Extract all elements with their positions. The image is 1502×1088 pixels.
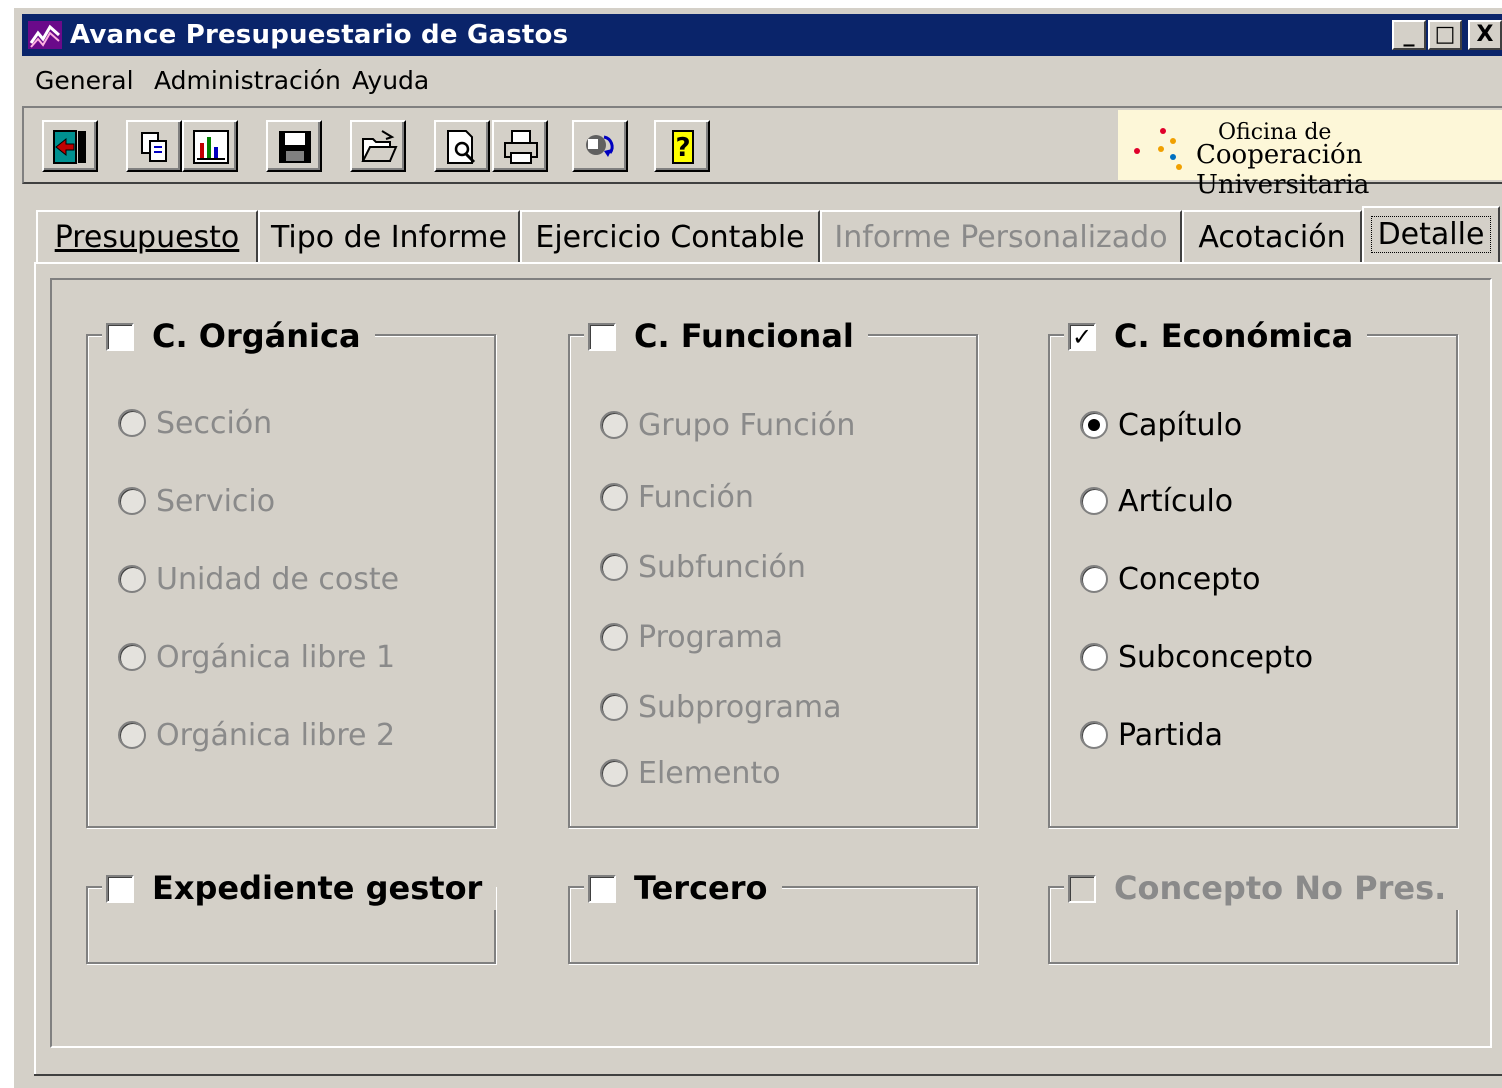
- refresh-button[interactable]: [572, 120, 628, 172]
- radio-capitulo[interactable]: Capítulo: [1080, 408, 1242, 443]
- radio-subfuncion-circle: [600, 553, 628, 581]
- radio-seccion-circle: [118, 409, 146, 437]
- organica-checkbox[interactable]: [106, 323, 134, 351]
- radio-organica-libre-1-circle: [118, 643, 146, 671]
- radio-programa[interactable]: Programa: [600, 620, 783, 655]
- funcional-checkbox[interactable]: [588, 323, 616, 351]
- menu-general[interactable]: General: [35, 66, 134, 95]
- window-title: Avance Presupuestario de Gastos: [70, 20, 569, 50]
- save-button[interactable]: [266, 120, 322, 172]
- group-concepto-no-pres: Concepto No Pres.: [1048, 866, 1461, 964]
- open-folder-icon: [361, 130, 398, 162]
- print-button[interactable]: [492, 120, 548, 172]
- radio-partida[interactable]: Partida: [1080, 718, 1223, 753]
- maximize-button[interactable]: □: [1428, 20, 1462, 50]
- app-chart-icon: [28, 21, 62, 49]
- organica-header: C. Orgánica: [102, 314, 375, 358]
- help-button[interactable]: ?: [654, 120, 710, 172]
- radio-concepto[interactable]: Concepto: [1080, 562, 1260, 597]
- radio-elemento[interactable]: Elemento: [600, 756, 781, 791]
- economica-header: ✓ C. Económica: [1064, 314, 1368, 358]
- bottom-border: [34, 1074, 1502, 1076]
- radio-subconcepto[interactable]: Subconcepto: [1080, 640, 1313, 675]
- open-button[interactable]: [350, 120, 406, 172]
- radio-subprograma-circle: [600, 693, 628, 721]
- title-bar[interactable]: Avance Presupuestario de Gastos _ □ X: [22, 14, 1502, 56]
- menu-administracion[interactable]: Administración: [154, 66, 341, 95]
- radio-organica-libre-1[interactable]: Orgánica libre 1: [118, 640, 395, 675]
- group-economica: ✓ C. Económica Capítulo Artículo Concepto…: [1048, 314, 1458, 828]
- radio-unidad-coste-circle: [118, 565, 146, 593]
- economica-title: C. Económica: [1114, 317, 1354, 355]
- radio-programa-circle: [600, 623, 628, 651]
- print-preview-icon: [447, 130, 476, 164]
- tab-tipo-informe[interactable]: Tipo de Informe: [258, 210, 520, 262]
- radio-servicio[interactable]: Servicio: [118, 484, 275, 519]
- expediente-gestor-checkbox[interactable]: [106, 875, 134, 903]
- radio-funcion-circle: [600, 483, 628, 511]
- concepto-no-pres-title: Concepto No Pres.: [1114, 869, 1447, 907]
- radio-articulo-circle: [1080, 487, 1108, 515]
- economica-checkbox[interactable]: ✓: [1068, 323, 1096, 351]
- radio-capitulo-circle: [1080, 411, 1108, 439]
- logo-line-2: Cooperación Universitaria: [1196, 140, 1370, 200]
- radio-organica-libre-2-circle: [118, 721, 146, 749]
- close-button[interactable]: X: [1468, 20, 1502, 50]
- radio-partida-circle: [1080, 721, 1108, 749]
- funcional-header: C. Funcional: [584, 314, 868, 358]
- radio-subprograma[interactable]: Subprograma: [600, 690, 842, 725]
- group-expediente-gestor: Expediente gestor: [86, 866, 497, 964]
- radio-subfuncion[interactable]: Subfunción: [600, 550, 806, 585]
- radio-unidad-coste[interactable]: Unidad de coste: [118, 562, 399, 597]
- organica-title: C. Orgánica: [152, 317, 361, 355]
- copy-icon: [141, 132, 167, 162]
- tercero-title: Tercero: [634, 869, 768, 907]
- print-preview-button[interactable]: [434, 120, 490, 172]
- minimize-button[interactable]: _: [1392, 20, 1426, 50]
- checkmark-icon: ✓: [1072, 323, 1093, 351]
- group-funcional: C. Funcional Grupo Función Función Subfu…: [568, 314, 978, 828]
- tab-informe-personalizado[interactable]: Informe Personalizado: [820, 210, 1182, 262]
- radio-articulo[interactable]: Artículo: [1080, 484, 1233, 519]
- tab-presupuesto[interactable]: Presupuesto: [36, 210, 258, 262]
- group-tercero: Tercero: [568, 866, 978, 964]
- tercero-header: Tercero: [584, 866, 782, 910]
- menu-ayuda[interactable]: Ayuda: [352, 66, 429, 95]
- tab-ejercicio-contable[interactable]: Ejercicio Contable: [520, 210, 820, 262]
- chart-icon: [193, 130, 229, 164]
- tab-detalle[interactable]: Detalle: [1362, 206, 1500, 262]
- radio-grupo-funcion-circle: [600, 411, 628, 439]
- radio-servicio-circle: [118, 487, 146, 515]
- toolbar: ? Oficina de Cooperación Universitaria: [22, 106, 1502, 200]
- save-icon: [279, 131, 311, 163]
- svg-text:?: ?: [675, 133, 690, 163]
- radio-concepto-circle: [1080, 565, 1108, 593]
- application-window: Avance Presupuestario de Gastos _ □ X Ge…: [14, 8, 1502, 1088]
- radio-elemento-circle: [600, 759, 628, 787]
- expediente-title: Expediente gestor: [152, 869, 483, 907]
- radio-funcion[interactable]: Función: [600, 480, 754, 515]
- printer-icon: [504, 130, 538, 164]
- help-icon: ?: [672, 130, 694, 164]
- group-organica: C. Orgánica Sección Servicio Unidad de c…: [86, 314, 496, 828]
- exit-button[interactable]: [42, 120, 98, 172]
- exit-icon: [53, 130, 86, 164]
- refresh-icon: [586, 135, 614, 157]
- concepto-no-pres-checkbox[interactable]: [1068, 875, 1096, 903]
- oficina-cooperacion-logo: Oficina de Cooperación Universitaria: [1118, 110, 1502, 200]
- radio-organica-libre-2[interactable]: Orgánica libre 2: [118, 718, 395, 753]
- tab-strip: Presupuesto Tipo de Informe Ejercicio Co…: [14, 206, 1502, 264]
- menu-bar: General Administración Ayuda: [22, 58, 1502, 102]
- concepto-no-pres-header: Concepto No Pres.: [1064, 866, 1461, 910]
- radio-subconcepto-circle: [1080, 643, 1108, 671]
- chart-button[interactable]: [182, 120, 238, 172]
- tab-acotacion[interactable]: Acotación: [1182, 210, 1362, 262]
- tercero-checkbox[interactable]: [588, 875, 616, 903]
- radio-grupo-funcion[interactable]: Grupo Función: [600, 408, 855, 443]
- copy-button[interactable]: [126, 120, 182, 172]
- funcional-title: C. Funcional: [634, 317, 854, 355]
- radio-seccion[interactable]: Sección: [118, 406, 272, 441]
- expediente-header: Expediente gestor: [102, 866, 497, 910]
